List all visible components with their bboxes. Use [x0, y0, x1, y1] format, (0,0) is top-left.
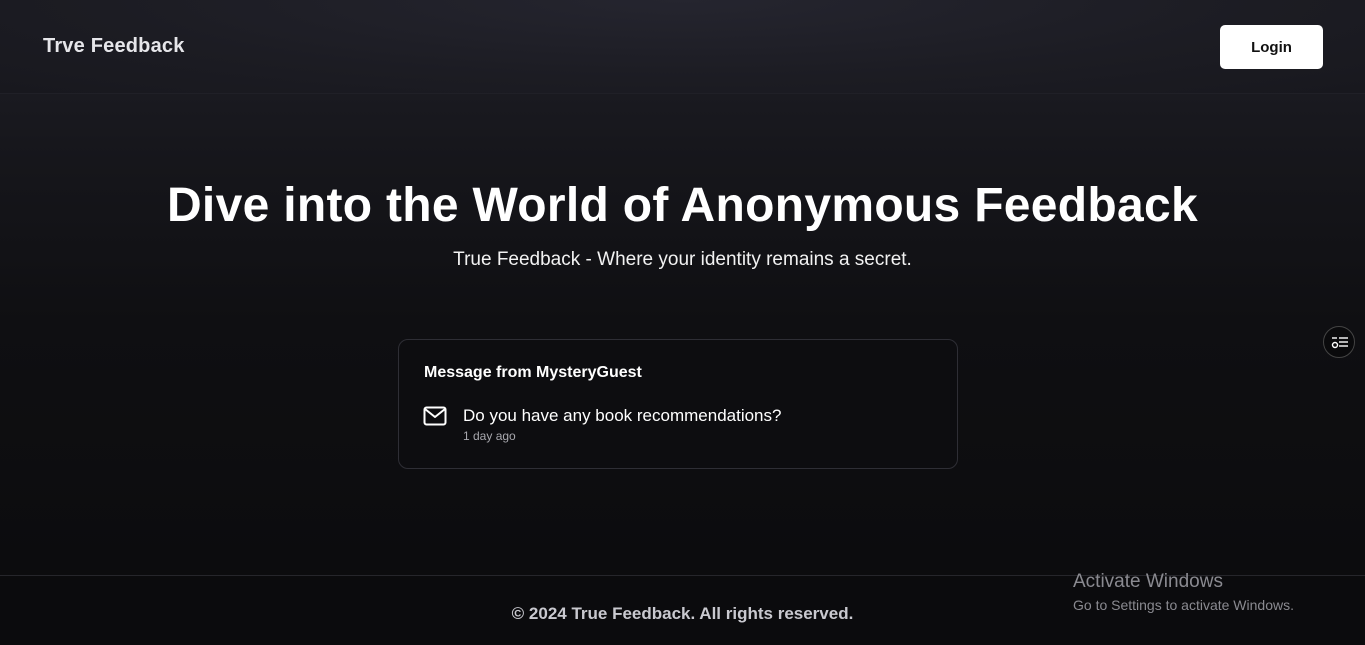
message-card[interactable]: Message from MysteryGuest Do you have an…: [398, 339, 958, 469]
brand-logo-link[interactable]: Trve Feedback: [43, 35, 185, 58]
navbar: Trve Feedback Login: [0, 0, 1365, 94]
message-time: 1 day ago: [463, 429, 516, 443]
message-card-title: Message from MysteryGuest: [424, 364, 642, 381]
activate-windows-subtitle: Go to Settings to activate Windows.: [1073, 597, 1294, 613]
login-button[interactable]: Login: [1220, 25, 1323, 69]
hero-subtitle: True Feedback - Where your identity rema…: [453, 249, 912, 270]
message-text: Do you have any book recommendations?: [463, 406, 782, 425]
hero-title: Dive into the World of Anonymous Feedbac…: [166, 179, 1199, 232]
activate-windows-title: Activate Windows: [1073, 571, 1223, 592]
mail-icon: [423, 406, 447, 426]
settings-list-widget[interactable]: [1323, 326, 1355, 358]
